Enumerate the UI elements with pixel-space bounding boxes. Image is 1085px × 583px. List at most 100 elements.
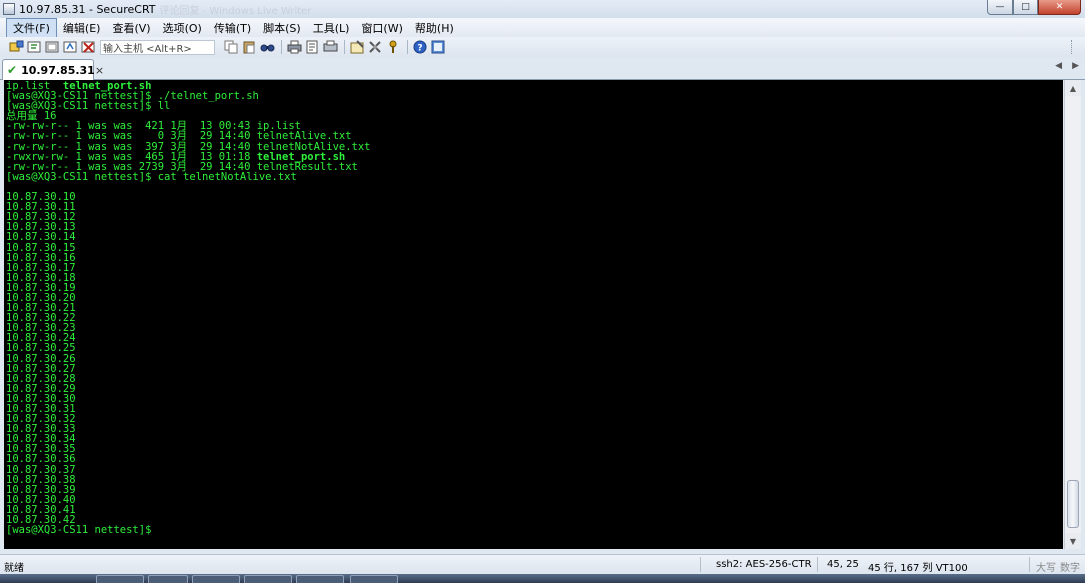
terminal-line: 10.87.30.18 (6, 271, 76, 284)
scroll-up-icon[interactable]: ▲ (1065, 80, 1081, 96)
menu-file[interactable]: 文件(F) (6, 17, 57, 38)
terminal-line: 10.87.30.32 (6, 413, 76, 426)
maximize-button[interactable]: □ (1013, 0, 1038, 15)
find-icon[interactable] (259, 39, 275, 55)
connect-tab-icon[interactable] (44, 39, 60, 55)
print-setup-icon[interactable] (322, 39, 338, 55)
terminal-line: 10.87.30.36 (6, 453, 76, 466)
session-tab[interactable]: ✔ 10.97.85.31 × (2, 59, 104, 80)
taskbar-button[interactable] (192, 575, 240, 583)
status-caps: 大写 (1036, 563, 1056, 574)
terminal-line: 10.87.30.22 (6, 312, 76, 325)
menu-tools[interactable]: 工具(L) (307, 19, 356, 37)
paste-icon[interactable] (241, 39, 257, 55)
status-divider (700, 557, 701, 572)
terminal-line: 10.87.30.15 (6, 241, 76, 254)
tab-scroll-right-icon[interactable]: ▶ (1072, 61, 1079, 71)
terminal-line: 10.87.30.30 (6, 392, 76, 405)
terminal-line: 10.87.30.20 (6, 291, 76, 304)
title-bar: 10.97.85.31 - SecureCRT 评论回复 - Windows L… (0, 0, 1085, 18)
session-options-icon[interactable] (349, 39, 365, 55)
terminal-line: 10.87.30.37 (6, 463, 76, 476)
menu-window[interactable]: 窗口(W) (355, 19, 408, 37)
session-tab-label: 10.97.85.31 (21, 63, 95, 77)
copy-icon[interactable] (223, 39, 239, 55)
window-title: 10.97.85.31 - SecureCRT (19, 2, 156, 16)
terminal-line: 10.87.30.21 (6, 302, 76, 315)
toolbar-grip[interactable] (1071, 40, 1079, 54)
terminal-line: 10.87.30.41 (6, 503, 76, 516)
terminal-line: 10.87.30.16 (6, 251, 76, 264)
close-button[interactable]: ✕ (1038, 0, 1081, 15)
terminal-line: 10.87.30.10 (6, 191, 76, 204)
terminal-line: 10.87.30.27 (6, 362, 76, 375)
global-options-icon[interactable] (367, 39, 383, 55)
taskbar-button[interactable] (296, 575, 344, 583)
taskbar-button[interactable] (148, 575, 188, 583)
menu-help[interactable]: 帮助(H) (409, 19, 460, 37)
window-title-ghost: 评论回复 - Windows Live Writer (159, 5, 312, 17)
status-ready: 就绪 (4, 563, 24, 574)
terminal-line: 10.87.30.26 (6, 352, 76, 365)
about-icon[interactable] (430, 39, 446, 55)
tab-close-icon[interactable]: × (95, 64, 104, 77)
menu-bar: 文件(F) 编辑(E) 查看(V) 选项(O) 传输(T) 脚本(S) 工具(L… (0, 17, 1085, 38)
terminal-line: [was@XQ3-CS11 nettest]$ (6, 524, 152, 537)
terminal-line: 10.87.30.39 (6, 483, 76, 496)
tab-navigation: ◀ ▶ (1055, 61, 1079, 71)
keymap-icon[interactable] (385, 39, 401, 55)
terminal-line: 10.87.30.35 (6, 443, 76, 456)
toolbar: 输入主机 <Alt+R> ? (0, 37, 1085, 57)
terminal-line: [was@XQ3-CS11 nettest]$ ll (6, 100, 171, 113)
tab-scroll-left-icon[interactable]: ◀ (1055, 61, 1062, 71)
terminal-scrollbar[interactable]: ▲ ▼ (1064, 80, 1081, 549)
terminal-line: 10.87.30.25 (6, 342, 76, 355)
print-selection-icon[interactable] (304, 39, 320, 55)
quick-connect-input[interactable]: 输入主机 <Alt+R> (100, 39, 215, 55)
toolbar-separator (344, 40, 345, 54)
print-icon[interactable] (286, 39, 302, 55)
status-divider (817, 557, 818, 572)
menu-view[interactable]: 查看(V) (106, 19, 156, 37)
status-cursor: 45, 25 (827, 559, 859, 570)
terminal-line: 10.87.30.40 (6, 493, 76, 506)
help-icon[interactable]: ? (412, 39, 428, 55)
toolbar-separator (281, 40, 282, 54)
securecrt-app-icon[interactable] (3, 3, 15, 15)
terminal-line: 10.87.30.24 (6, 332, 76, 345)
disconnect-icon[interactable] (80, 39, 96, 55)
svg-text:?: ? (417, 44, 422, 54)
status-bar: 就绪 ssh2: AES-256-CTR 45, 25 45 行, 167 列 … (0, 554, 1085, 574)
connected-check-icon: ✔ (7, 63, 18, 77)
terminal-line: 10.87.30.11 (6, 201, 76, 214)
terminal-line: 10.87.30.38 (6, 473, 76, 486)
terminal-line: 10.87.30.19 (6, 281, 76, 294)
terminal-line: 10.87.30.14 (6, 231, 76, 244)
terminal-line: 10.87.30.29 (6, 382, 76, 395)
taskbar (0, 574, 1085, 583)
terminal-line: 10.87.30.28 (6, 372, 76, 385)
terminal-line: 10.87.30.23 (6, 322, 76, 335)
quick-connect-icon[interactable] (26, 39, 42, 55)
terminal-line: [was@XQ3-CS11 nettest]$ cat telnetNotAli… (6, 170, 297, 183)
menu-script[interactable]: 脚本(S) (257, 19, 307, 37)
reconnect-icon[interactable] (62, 39, 78, 55)
status-divider (1029, 557, 1030, 572)
taskbar-button[interactable] (96, 575, 144, 583)
status-size: 45 行, 167 列 VT100 (868, 563, 968, 574)
taskbar-button[interactable] (350, 575, 398, 583)
scroll-down-icon[interactable]: ▼ (1065, 533, 1081, 549)
toolbar-separator (407, 40, 408, 54)
minimize-button[interactable]: — (987, 0, 1013, 15)
menu-options[interactable]: 选项(O) (157, 19, 208, 37)
terminal-line: 10.87.30.42 (6, 514, 76, 527)
taskbar-button[interactable] (244, 575, 292, 583)
connect-icon[interactable] (8, 39, 24, 55)
menu-edit[interactable]: 编辑(E) (57, 19, 107, 37)
scrollbar-thumb[interactable] (1067, 480, 1079, 528)
terminal-line: 10.87.30.12 (6, 211, 76, 224)
terminal-line: 10.87.30.34 (6, 433, 76, 446)
terminal-line: 10.87.30.33 (6, 423, 76, 436)
menu-transfer[interactable]: 传输(T) (208, 19, 257, 37)
terminal-output[interactable]: ip.list telnet_port.sh [was@XQ3-CS11 nett… (4, 80, 1063, 549)
